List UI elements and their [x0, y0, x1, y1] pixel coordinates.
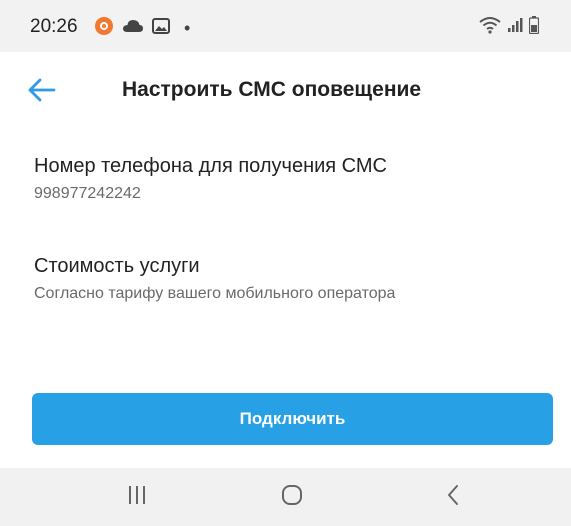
wifi-icon	[479, 16, 501, 39]
signal-icon	[507, 17, 523, 38]
recents-button[interactable]	[107, 468, 167, 526]
home-button[interactable]	[262, 468, 322, 526]
app-bar: Настроить СМС оповещение	[0, 52, 571, 132]
screen: 20:26 • Настроить СМС оповещение Номер т…	[0, 0, 571, 526]
status-bar: 20:26 •	[0, 0, 571, 52]
connect-button-label: Подключить	[239, 409, 346, 428]
page-title: Настроить СМС оповещение	[122, 78, 422, 101]
back-button[interactable]	[26, 76, 62, 106]
image-icon	[152, 18, 170, 39]
service-cost-section: Стоимость услуги Согласно тарифу вашего …	[34, 255, 395, 303]
system-nav-bar	[0, 468, 571, 526]
arrow-left-icon	[26, 78, 58, 108]
status-time: 20:26	[30, 16, 78, 37]
phone-number-section: Номер телефона для получения СМС 9989772…	[34, 155, 387, 203]
service-cost-value: Согласно тарифу вашего мобильного операт…	[34, 285, 396, 302]
nav-back-button[interactable]	[423, 468, 483, 526]
recents-icon	[126, 485, 148, 510]
status-icons-right	[479, 16, 540, 39]
status-icons-left: •	[94, 16, 190, 41]
cloud-icon	[122, 18, 144, 39]
phone-number-value: 998977242242	[34, 185, 141, 202]
home-icon	[281, 484, 303, 511]
notification-app-icon	[94, 16, 114, 41]
phone-number-label: Номер телефона для получения СМС	[34, 155, 387, 177]
connect-button[interactable]: Подключить	[32, 393, 553, 445]
status-dot: •	[184, 18, 191, 38]
service-cost-label: Стоимость услуги	[34, 255, 200, 277]
battery-icon	[528, 16, 540, 39]
back-chevron-icon	[446, 484, 460, 511]
